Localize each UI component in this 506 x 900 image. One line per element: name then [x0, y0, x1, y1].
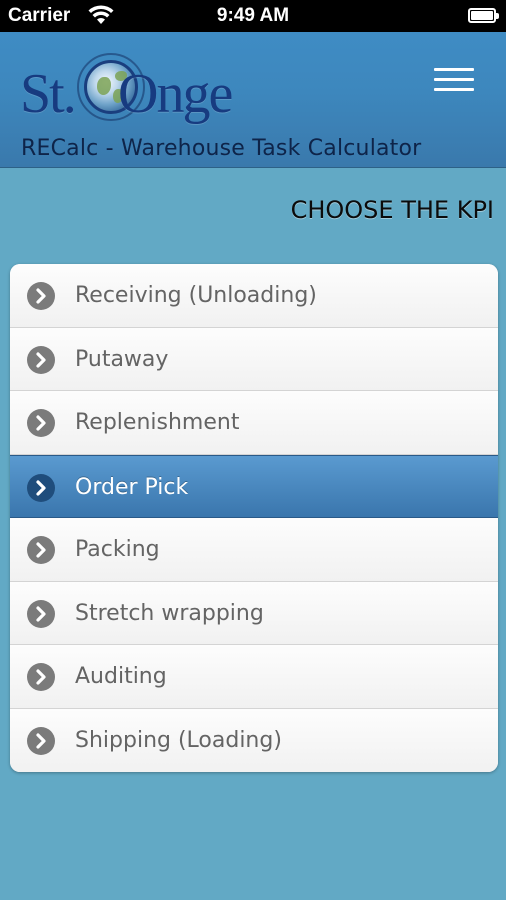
kpi-label: Auditing — [75, 664, 167, 689]
kpi-label: Stretch wrapping — [75, 600, 264, 626]
kpi-label: Replenishment — [75, 410, 240, 435]
kpi-label: Shipping (Loading) — [75, 727, 282, 753]
kpi-item-receiving[interactable]: Receiving (Unloading) — [10, 264, 498, 328]
kpi-label: Order Pick — [75, 474, 189, 500]
menu-bar-bottom — [434, 88, 474, 91]
kpi-item-packing[interactable]: Packing — [10, 518, 498, 582]
menu-bar-middle — [434, 78, 474, 81]
kpi-item-replenishment[interactable]: Replenishment — [10, 391, 498, 455]
chevron-right-circle-icon — [27, 663, 55, 691]
chevron-right-circle-icon — [27, 599, 55, 628]
chevron-right-circle-icon — [27, 282, 55, 310]
kpi-item-order-pick[interactable]: Order Pick — [10, 454, 498, 518]
kpi-label: Packing — [75, 537, 160, 562]
kpi-item-putaway[interactable]: Putaway — [10, 327, 498, 391]
chevron-right-circle-icon — [27, 726, 55, 755]
logo-text-onge: Onge — [118, 63, 233, 125]
st-onge-logo: St. Onge — [20, 53, 260, 143]
app-title: RECalc - Warehouse Task Calculator — [21, 136, 422, 161]
chevron-right-circle-icon — [27, 473, 55, 502]
chevron-right-circle-icon — [27, 536, 55, 564]
kpi-list: Receiving (Unloading) Putaway Replenishm… — [10, 264, 498, 772]
chevron-right-circle-icon — [27, 409, 55, 437]
logo-text-st: St. — [20, 63, 77, 125]
status-bar: Carrier 9:49 AM — [0, 0, 506, 32]
menu-bar-top — [434, 68, 474, 71]
kpi-label: Putaway — [75, 346, 169, 372]
kpi-item-shipping[interactable]: Shipping (Loading) — [10, 708, 498, 772]
status-time: 9:49 AM — [216, 5, 290, 26]
kpi-item-auditing[interactable]: Auditing — [10, 645, 498, 709]
kpi-label: Receiving (Unloading) — [75, 283, 317, 308]
kpi-item-stretch-wrapping[interactable]: Stretch wrapping — [10, 581, 498, 645]
chevron-right-circle-icon — [27, 345, 55, 374]
battery-icon — [468, 8, 499, 23]
kpi-section-heading: CHOOSE THE KPI — [290, 196, 494, 224]
hamburger-menu-button[interactable] — [434, 66, 476, 94]
app-header: St. Onge RECalc - Warehouse Task Calcula… — [0, 32, 506, 168]
